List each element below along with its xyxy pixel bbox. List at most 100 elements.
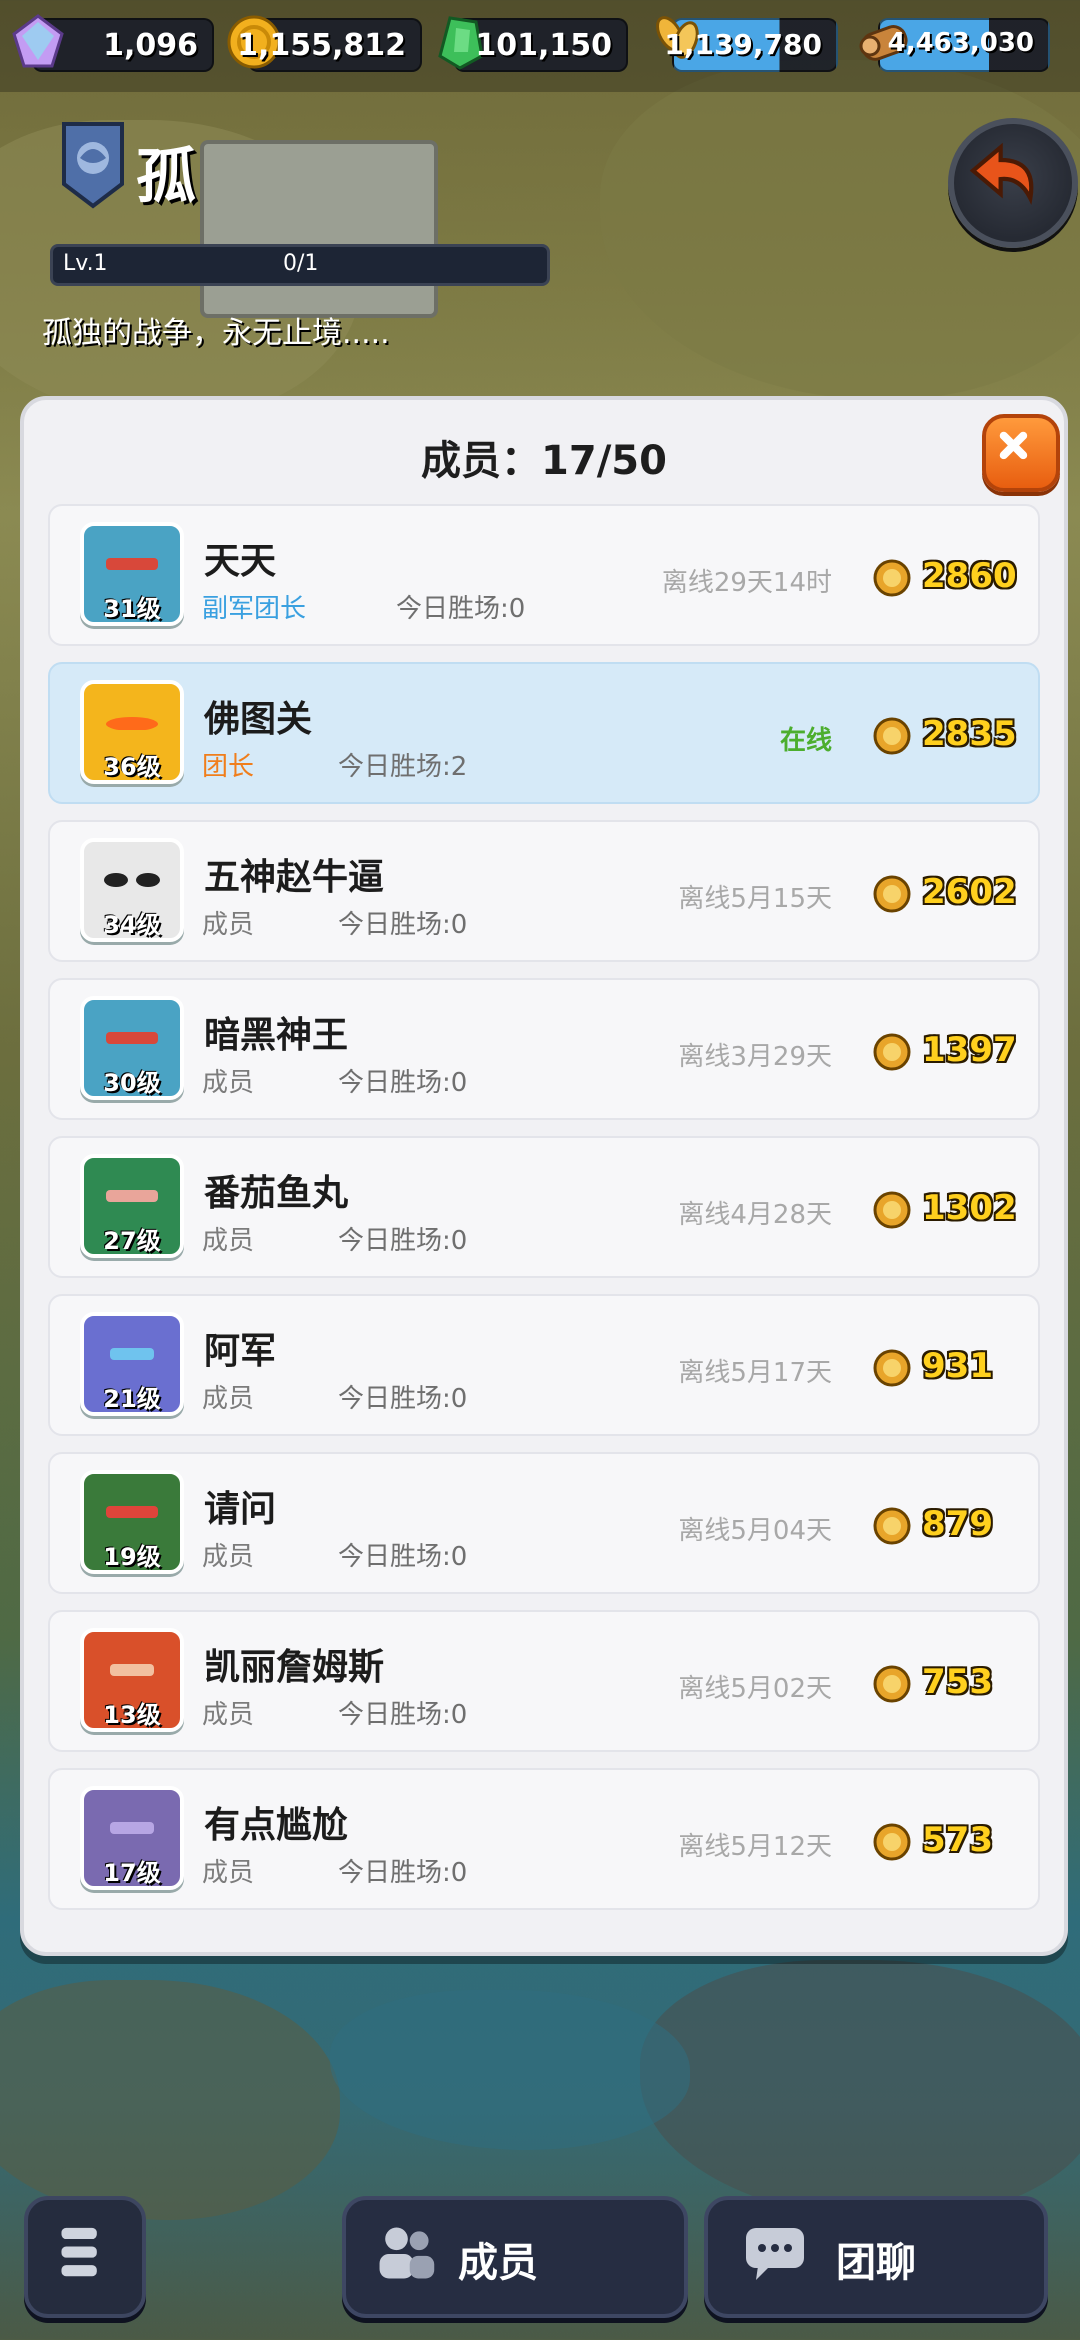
chat-tab-button[interactable]: 团聊 xyxy=(704,2196,1048,2318)
members-panel: 成员：17/50 31级 天天 副军团长 今日胜场:0 离线29天14时 286… xyxy=(20,396,1068,1956)
face-icon xyxy=(106,717,158,730)
member-role: 成员 xyxy=(202,1226,255,1256)
resource-coin[interactable]: 1,155,812 xyxy=(227,15,422,72)
close-button[interactable] xyxy=(982,414,1060,492)
member-level: 31级 xyxy=(103,595,161,623)
member-row[interactable]: 30级 暗黑神王 成员 今日胜场:0 离线3月29天 1397 xyxy=(48,978,1040,1120)
face-icon xyxy=(106,1032,158,1044)
member-role: 成员 xyxy=(202,1858,255,1888)
medal-icon xyxy=(873,1665,911,1703)
member-name: 天天 xyxy=(204,541,277,582)
member-level: 30级 xyxy=(103,1069,161,1097)
face-icon xyxy=(110,1822,154,1834)
medal-icon xyxy=(873,1823,911,1861)
member-row[interactable]: 17级 有点尴尬 成员 今日胜场:0 离线5月12天 573 xyxy=(48,1768,1040,1910)
members-icon xyxy=(379,2227,435,2279)
medal-icon xyxy=(873,1507,911,1545)
member-name: 佛图关 xyxy=(204,699,313,740)
member-score: 753 xyxy=(922,1662,993,1702)
close-icon xyxy=(999,431,1028,460)
member-avatar: 21级 xyxy=(80,1312,184,1416)
member-row[interactable]: 34级 五神赵牛逼 成员 今日胜场:0 离线5月15天 2602 xyxy=(48,820,1040,962)
face-icon xyxy=(106,1506,158,1518)
back-arrow-icon xyxy=(969,142,1034,205)
member-wins: 今日胜场:0 xyxy=(338,1858,468,1888)
face-icon xyxy=(106,558,158,570)
member-name: 有点尴尬 xyxy=(204,1805,349,1846)
face-icon xyxy=(110,1348,154,1360)
member-score: 573 xyxy=(922,1820,993,1860)
member-wins: 今日胜场:2 xyxy=(338,752,468,782)
member-level: 34级 xyxy=(103,911,161,939)
member-avatar: 13级 xyxy=(80,1628,184,1732)
member-wins: 今日胜场:0 xyxy=(338,910,468,940)
member-status: 离线5月17天 xyxy=(678,1358,832,1388)
members-tab-label: 成员 xyxy=(458,2240,538,2286)
member-avatar: 19级 xyxy=(80,1470,184,1574)
member-avatar: 17级 xyxy=(80,1786,184,1890)
resource-grain[interactable]: 1,139,780 xyxy=(656,16,838,72)
member-row[interactable]: 21级 阿军 成员 今日胜场:0 离线5月17天 931 xyxy=(48,1294,1040,1436)
member-level: 21级 xyxy=(103,1385,161,1413)
member-wins: 今日胜场:0 xyxy=(338,1226,468,1256)
member-avatar: 31级 xyxy=(80,522,184,626)
face-icon xyxy=(110,1664,154,1676)
gem-count: 1,096 xyxy=(103,28,198,63)
member-level: 17级 xyxy=(103,1859,161,1887)
member-role: 成员 xyxy=(202,1542,255,1572)
medal-icon xyxy=(873,875,911,913)
member-row[interactable]: 36级 佛图关 团长 今日胜场:2 在线 2835 xyxy=(48,662,1040,804)
member-status: 离线5月04天 xyxy=(678,1516,832,1546)
member-row[interactable]: 31级 天天 副军团长 今日胜场:0 离线29天14时 2860 xyxy=(48,504,1040,646)
medal-icon xyxy=(873,559,911,597)
member-row[interactable]: 13级 凯丽詹姆斯 成员 今日胜场:0 离线5月02天 753 xyxy=(48,1610,1040,1752)
medal-icon xyxy=(873,1349,911,1387)
member-role: 副军团长 xyxy=(202,594,307,624)
member-score: 1397 xyxy=(922,1030,1017,1070)
member-name: 番茄鱼丸 xyxy=(204,1173,349,1214)
panel-title: 成员：17/50 xyxy=(421,438,667,484)
resource-gem[interactable]: 1,096 xyxy=(12,14,214,72)
member-row[interactable]: 19级 请问 成员 今日胜场:0 离线5月04天 879 xyxy=(48,1452,1040,1594)
guild-xp: 0/1 xyxy=(283,251,319,276)
coin-count: 1,155,812 xyxy=(237,28,406,63)
member-wins: 今日胜场:0 xyxy=(338,1700,468,1730)
gem-icon xyxy=(12,14,64,68)
medal-icon xyxy=(873,1191,911,1229)
member-status: 在线 xyxy=(779,726,832,756)
face-icon xyxy=(106,1190,158,1202)
resource-wood[interactable]: 4,463,030 xyxy=(859,18,1050,72)
guild-level: Lv.1 xyxy=(63,251,108,276)
medal-icon xyxy=(873,717,911,755)
chat-tab-label: 团聊 xyxy=(836,2240,916,2286)
member-status: 离线29天14时 xyxy=(661,568,832,598)
member-role: 成员 xyxy=(202,1700,255,1730)
member-status: 离线3月29天 xyxy=(678,1042,832,1072)
menu-button[interactable] xyxy=(24,2196,146,2318)
member-status: 离线5月02天 xyxy=(678,1674,832,1704)
member-avatar: 27级 xyxy=(80,1154,184,1258)
member-row[interactable]: 27级 番茄鱼丸 成员 今日胜场:0 离线4月28天 1302 xyxy=(48,1136,1040,1278)
member-score: 2860 xyxy=(922,556,1017,596)
guild-motto: 孤独的战争，永无止境..... xyxy=(42,316,390,351)
member-wins: 今日胜场:0 xyxy=(396,594,526,624)
member-role: 成员 xyxy=(202,910,255,940)
member-name: 凯丽詹姆斯 xyxy=(204,1647,385,1688)
grain-count: 1,139,780 xyxy=(664,28,822,61)
member-status: 离线5月15天 xyxy=(678,884,832,914)
face-icon xyxy=(104,873,160,887)
member-status: 离线5月12天 xyxy=(678,1832,832,1862)
chat-bubble-icon xyxy=(746,2228,804,2280)
member-name: 请问 xyxy=(204,1489,277,1530)
member-list[interactable]: 31级 天天 副军团长 今日胜场:0 离线29天14时 2860 36级 佛图关… xyxy=(48,504,1040,1944)
member-level: 19级 xyxy=(103,1543,161,1571)
member-score: 2602 xyxy=(922,872,1017,912)
members-tab-button[interactable]: 成员 xyxy=(342,2196,688,2318)
member-name: 五神赵牛逼 xyxy=(204,857,385,898)
medal-icon xyxy=(873,1033,911,1071)
resource-bar: 1,096 1,155,812 101,150 1,139,780 4,463,… xyxy=(0,0,1080,92)
guild-name: 孤 xyxy=(136,142,196,212)
member-level: 36级 xyxy=(103,753,161,781)
back-button[interactable] xyxy=(948,118,1078,248)
resource-jade[interactable]: 101,150 xyxy=(438,16,628,72)
